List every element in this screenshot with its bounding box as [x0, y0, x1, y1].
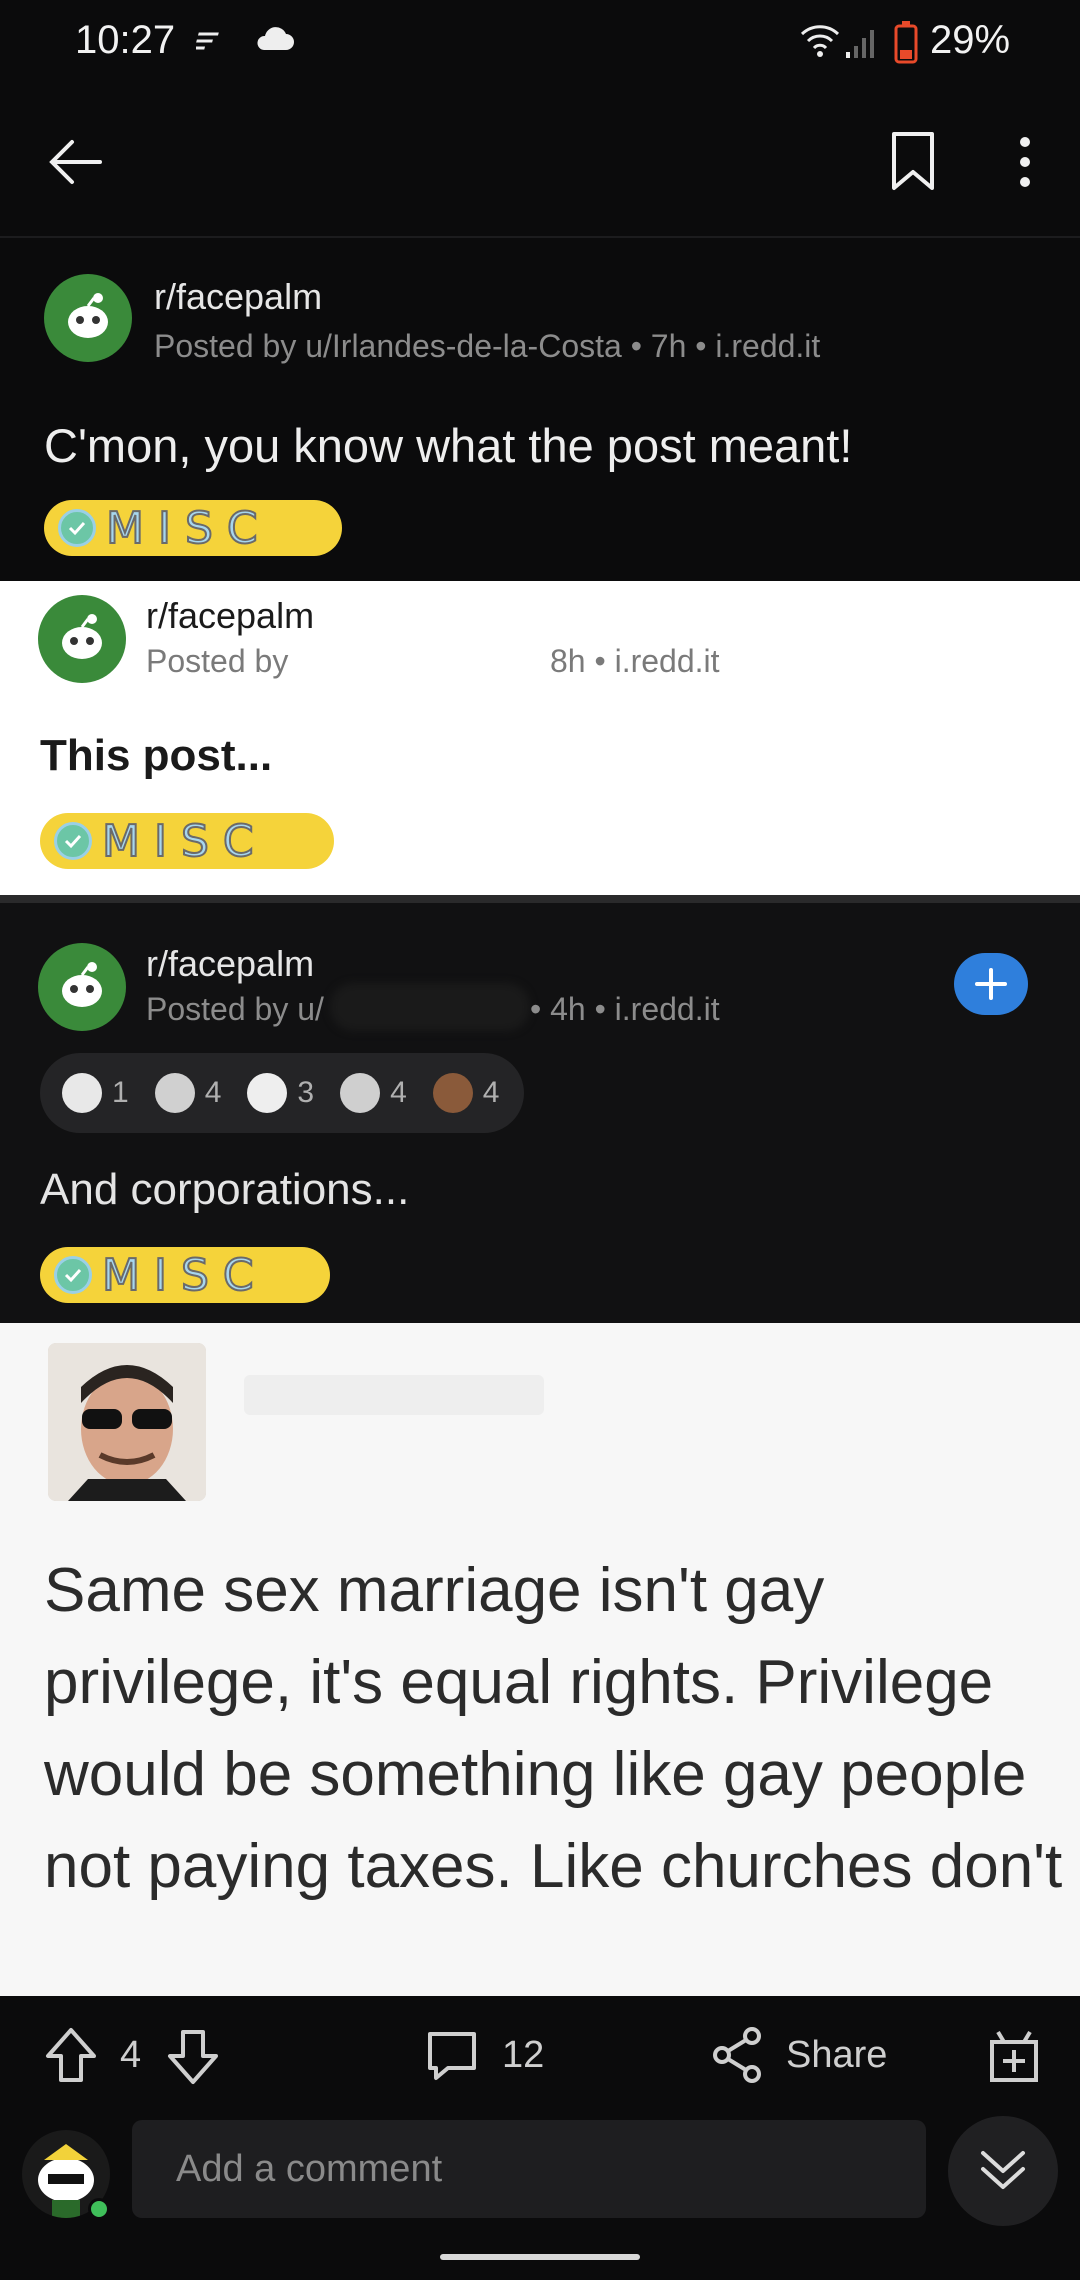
tweet-text: Same sex marriage isn't gay privilege, i… [44, 1556, 1063, 1901]
embedded-post-light: r/facepalm Posted by 8h • i.redd.it This… [0, 581, 1080, 895]
post-flair[interactable]: MISC [44, 500, 342, 556]
online-status-dot [88, 2198, 110, 2220]
embed2-subreddit-avatar [38, 943, 126, 1031]
award-silver-icon [340, 1073, 381, 1113]
more-options-icon[interactable] [1008, 136, 1042, 193]
share-button[interactable]: Share [786, 2034, 887, 2077]
award-wholesome-icon [62, 1073, 102, 1113]
embed1-meta: 8h • i.redd.it [550, 643, 720, 679]
award-helpful-icon [154, 1073, 195, 1113]
back-arrow-icon[interactable] [44, 130, 108, 199]
embed2-subreddit: r/facepalm [146, 943, 315, 984]
status-bar: 10:27 29% [0, 0, 1080, 84]
post-subreddit[interactable]: r/facepalm [154, 276, 322, 318]
embed1-flair: MISC [40, 813, 334, 869]
embed1-posted-by: Posted by [146, 643, 289, 679]
notification-icon [194, 28, 224, 61]
subreddit-avatar[interactable] [44, 274, 132, 362]
redacted-username [330, 983, 530, 1031]
awards-bar: 1 4 3 4 4 [40, 1053, 524, 1133]
cloud-icon [254, 26, 294, 57]
comment-bar: Add a comment [0, 2116, 1080, 2226]
award-laugh-icon [247, 1073, 288, 1113]
share-icon[interactable] [710, 2026, 764, 2089]
award-gift-icon[interactable] [986, 2024, 1042, 2089]
battery-icon [894, 20, 918, 69]
check-icon [54, 822, 92, 860]
award-item: 4 [154, 1073, 221, 1113]
post-title: C'mon, you know what the post meant! [44, 419, 853, 472]
double-chevron-down-icon [973, 2139, 1033, 2204]
embed2-posted-by: Posted by u/ [146, 991, 324, 1027]
embed2-meta: • 4h • i.redd.it [530, 991, 720, 1027]
top-app-bar [0, 84, 1080, 238]
check-icon [58, 509, 96, 547]
award-item: 4 [340, 1073, 407, 1113]
downvote-icon[interactable] [166, 2028, 220, 2091]
award-bear-icon [432, 1073, 473, 1113]
embed1-subreddit: r/facepalm [146, 595, 315, 636]
post-image[interactable]: Same sex marriage isn't gay privilege, i… [0, 1323, 1080, 1996]
wifi-icon [800, 22, 840, 63]
tweet-profile-photo [48, 1343, 206, 1501]
upvote-icon[interactable] [44, 2026, 98, 2089]
battery-percent: 29% [930, 18, 1011, 62]
check-icon [54, 1256, 92, 1294]
award-item: 4 [432, 1073, 499, 1113]
home-indicator[interactable] [440, 2254, 640, 2260]
vote-count: 4 [120, 2034, 142, 2076]
embedded-post-dark: r/facepalm Posted by u/ • 4h • i.redd.it… [0, 895, 1080, 1323]
award-item: 3 [247, 1073, 314, 1113]
flair-label: MISC [101, 1249, 268, 1302]
scroll-down-button[interactable] [948, 2116, 1058, 2226]
comment-count[interactable]: 12 [502, 2034, 544, 2077]
comment-icon[interactable] [424, 2028, 480, 2089]
status-time: 10:27 [75, 18, 176, 62]
post-actions-bar: 4 12 Share [0, 1996, 1080, 2116]
post-meta[interactable]: Posted by u/Irlandes-de-la-Costa • 7h • … [154, 328, 820, 365]
comment-placeholder: Add a comment [176, 2147, 443, 2190]
signal-icon [844, 26, 878, 65]
comment-input[interactable]: Add a comment [132, 2120, 926, 2218]
join-button [954, 953, 1028, 1015]
flair-label: MISC [101, 815, 268, 868]
award-item: 1 [62, 1073, 129, 1113]
embed1-title: This post... [40, 731, 273, 780]
redacted-tweet-name [244, 1375, 544, 1415]
embed1-subreddit-avatar [38, 595, 126, 683]
bookmark-icon[interactable] [888, 130, 938, 197]
embed2-flair: MISC [40, 1247, 330, 1303]
embed2-title: And corporations... [40, 1165, 410, 1214]
flair-label: MISC [105, 502, 272, 555]
